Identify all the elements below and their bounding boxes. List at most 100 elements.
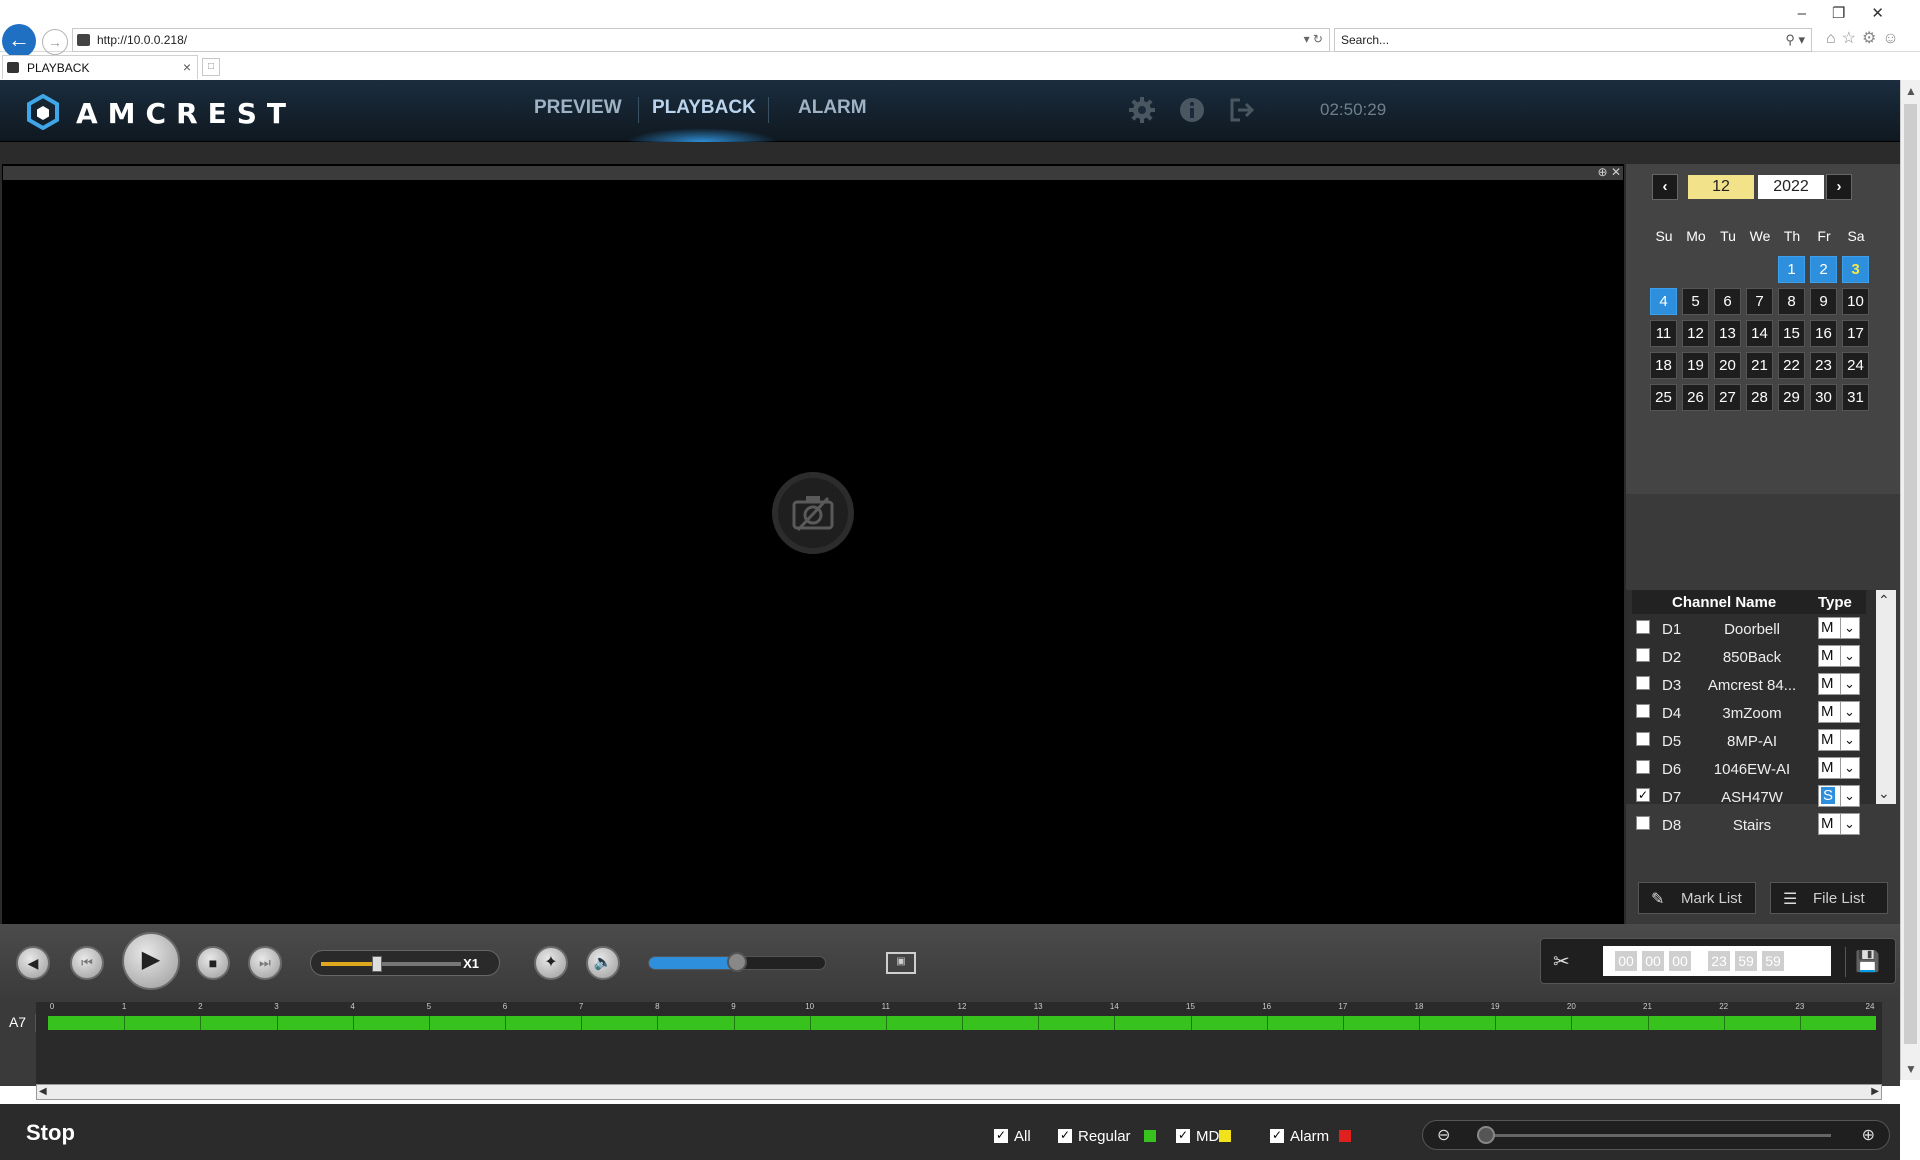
channel-type-select[interactable]: M ⌄ [1818,729,1860,751]
speed-knob[interactable] [372,956,382,972]
chevron-down-icon[interactable]: ⌄ [1840,674,1858,694]
chevron-down-icon[interactable]: ⌄ [1840,730,1858,750]
calendar-day[interactable]: 24 [1842,352,1869,379]
zoom-track[interactable] [1477,1126,1831,1144]
channel-type-select[interactable]: M ⌄ [1818,813,1860,835]
play-icon[interactable]: ▶ [122,932,180,990]
legend-checkbox[interactable]: ✓ [994,1129,1008,1143]
calendar-month[interactable]: 12 [1688,175,1754,199]
favorites-star-icon[interactable]: ☆ [1842,30,1862,47]
channel-row[interactable]: D8 Stairs M ⌄ [1632,812,1866,838]
calendar-day[interactable]: 13 [1714,320,1741,347]
zoom-icon[interactable]: ⊕ [1598,165,1608,179]
calendar-day[interactable]: 10 [1842,288,1869,315]
calendar-day[interactable]: 18 [1650,352,1677,379]
scroll-up-icon[interactable]: ▲ [1905,84,1917,98]
channel-checkbox[interactable] [1636,676,1650,690]
calendar-day[interactable]: 2 [1810,256,1837,283]
calendar-day[interactable]: 29 [1778,384,1805,411]
channel-checkbox[interactable] [1636,620,1650,634]
channel-row[interactable]: ✓ D7 ASH47W S ⌄ [1632,784,1866,810]
nav-preview[interactable]: PREVIEW [534,97,622,119]
calendar-prev-icon[interactable]: ‹ [1652,174,1678,200]
nav-playback[interactable]: PLAYBACK [652,97,756,119]
clip-time-field[interactable]: 59 [1762,951,1784,971]
save-icon[interactable]: 💾 [1845,947,1889,977]
tab-playback[interactable]: PLAYBACK × [2,55,198,79]
calendar-day[interactable]: 3 [1842,256,1869,283]
channel-checkbox[interactable] [1636,704,1650,718]
scroll-left-icon[interactable]: ◀ [39,1086,47,1097]
channel-checkbox[interactable] [1636,760,1650,774]
calendar-day[interactable]: 31 [1842,384,1869,411]
volume-knob[interactable] [727,952,747,972]
channel-row[interactable]: D6 1046EW-AI M ⌄ [1632,756,1866,782]
clip-time-field[interactable]: 23 [1708,951,1730,971]
channel-type-select[interactable]: M ⌄ [1818,673,1860,695]
feedback-smiley-icon[interactable]: ☺ [1882,30,1904,47]
window-controls[interactable]: –❐✕ [1798,4,1910,22]
timeline-body[interactable]: 0 1 2 3 4 5 6 7 8 9 10 11 12 13 14 15 16 17 18 19 20 21 22 23 24 [36,1002,1882,1086]
channel-type-select[interactable]: M ⌄ [1818,617,1860,639]
page-scroll-thumb[interactable] [1904,104,1917,1044]
speed-track[interactable] [321,956,461,972]
mark-list-button[interactable]: ✎ Mark List [1638,882,1756,914]
calendar-day[interactable]: 9 [1810,288,1837,315]
calendar-day[interactable]: 16 [1810,320,1837,347]
clip-time-field[interactable]: 00 [1642,951,1664,971]
calendar-day[interactable]: 28 [1746,384,1773,411]
scroll-up-icon[interactable]: ⌃ [1878,592,1890,609]
calendar-day[interactable]: 21 [1746,352,1773,379]
calendar-day[interactable]: 6 [1714,288,1741,315]
calendar-day[interactable]: 11 [1650,320,1677,347]
calendar-day[interactable]: 1 [1778,256,1805,283]
scroll-down-icon[interactable]: ▼ [1905,1062,1917,1076]
legend-checkbox[interactable]: ✓ [1270,1129,1284,1143]
calendar-day[interactable]: 23 [1810,352,1837,379]
page-scrollbar[interactable]: ▲ ▼ [1900,80,1920,1080]
search-icon[interactable]: ⚲ ▾ [1785,32,1805,48]
calendar-day[interactable]: 26 [1682,384,1709,411]
fullscreen-icon[interactable]: ▣ [886,952,916,974]
recording-bar[interactable] [48,1016,1876,1030]
nav-alarm[interactable]: ALARM [798,97,867,119]
speed-slider[interactable]: X1 [310,950,500,976]
tab-close-icon[interactable]: × [183,59,191,75]
clip-time-field[interactable]: 00 [1669,951,1691,971]
scroll-right-icon[interactable]: ▶ [1871,1086,1879,1097]
channel-list-scrollbar[interactable]: ⌃ ⌄ [1876,590,1896,804]
scroll-down-icon[interactable]: ⌄ [1878,785,1890,802]
file-list-button[interactable]: ☰ File List [1770,882,1888,914]
channel-row[interactable]: D5 8MP-AI M ⌄ [1632,728,1866,754]
clip-time-field[interactable]: 00 [1615,951,1637,971]
legend-checkbox[interactable]: ✓ [1176,1129,1190,1143]
channel-checkbox[interactable] [1636,648,1650,662]
address-text[interactable]: http://10.0.0.218/ [97,33,187,47]
zoom-knob[interactable] [1477,1126,1495,1144]
stop-icon[interactable]: ■ [196,946,230,980]
rewind-icon[interactable]: ◀ [16,946,50,980]
step-back-icon[interactable]: ⏮ [70,946,104,980]
minimize-icon[interactable]: – [1798,5,1832,22]
logout-icon[interactable] [1228,96,1256,124]
channel-type-select[interactable]: M ⌄ [1818,757,1860,779]
timeline-scrollbar[interactable]: ◀ ▶ [36,1084,1882,1100]
calendar-day[interactable]: 17 [1842,320,1869,347]
calendar-next-icon[interactable]: › [1826,174,1852,200]
calendar-day[interactable]: 14 [1746,320,1773,347]
snapshot-icon[interactable]: ✦ [534,946,568,980]
calendar-day[interactable]: 20 [1714,352,1741,379]
zoom-out-icon[interactable]: ⊖ [1437,1125,1450,1145]
close-window-icon[interactable]: ✕ [1871,5,1910,22]
gear-icon[interactable] [1128,96,1156,124]
volume-slider[interactable] [648,952,826,972]
chevron-down-icon[interactable]: ⌄ [1840,758,1858,778]
chevron-down-icon[interactable]: ⌄ [1840,618,1858,638]
channel-checkbox[interactable] [1636,816,1650,830]
channel-row[interactable]: D4 3mZoom M ⌄ [1632,700,1866,726]
step-forward-icon[interactable]: ⏭ [248,946,282,980]
scissors-icon[interactable]: ✂ [1553,949,1570,974]
channel-type-select[interactable]: M ⌄ [1818,701,1860,723]
home-icon[interactable]: ⌂ [1826,30,1842,47]
channel-row[interactable]: D1 Doorbell M ⌄ [1632,616,1866,642]
